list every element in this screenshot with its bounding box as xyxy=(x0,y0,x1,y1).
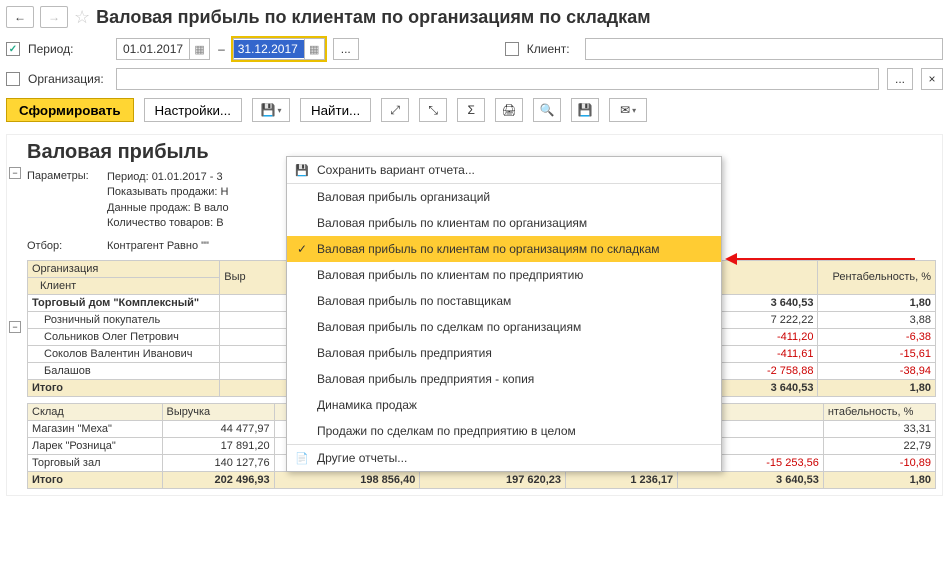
chevron-down-icon: ▾ xyxy=(632,106,636,115)
save-as-button[interactable]: 💾 xyxy=(571,98,599,122)
org-label: Организация: xyxy=(28,72,108,86)
find-button[interactable]: Найти... xyxy=(300,98,371,122)
client-input[interactable] xyxy=(585,38,943,60)
menu-variant-item[interactable]: Валовая прибыль предприятия xyxy=(287,340,721,366)
org-picker-button[interactable]: ... xyxy=(887,68,913,90)
col-client: Клиент xyxy=(28,277,220,294)
chevron-down-icon: ▾ xyxy=(277,106,281,115)
variants-dropdown-button[interactable]: 💾▾ xyxy=(252,98,290,122)
col-rent2: нтабельность, % xyxy=(823,403,935,420)
menu-variant-item[interactable]: Валовая прибыль по сделкам по организаци… xyxy=(287,314,721,340)
disk-icon: 💾 xyxy=(295,164,309,177)
calendar-icon[interactable]: ▦ xyxy=(189,39,209,59)
col-rev2: Выручка xyxy=(162,403,274,420)
menu-variant-item[interactable]: Валовая прибыль предприятия - копия xyxy=(287,366,721,392)
total-label: Итого xyxy=(28,379,220,396)
menu-variant-item[interactable]: Валовая прибыль по клиентам по организац… xyxy=(287,210,721,236)
tree-collapse-toggle[interactable]: − xyxy=(9,167,21,179)
nav-fwd-button[interactable]: → xyxy=(40,6,68,28)
sum-button[interactable]: Σ xyxy=(457,98,485,122)
generate-button[interactable]: Сформировать xyxy=(6,98,134,122)
date-dash: – xyxy=(214,42,229,56)
menu-variant-item[interactable]: Валовая прибыль по клиентам по предприят… xyxy=(287,262,721,288)
page-title: Валовая прибыль по клиентам по организац… xyxy=(96,7,650,28)
save-icon: 💾 xyxy=(261,103,276,117)
menu-variant-item[interactable]: ✓Валовая прибыль по клиентам по организа… xyxy=(287,236,721,262)
nav-back-button[interactable]: ← xyxy=(6,6,34,28)
calendar-icon[interactable]: ▦ xyxy=(304,39,324,59)
org-checkbox[interactable] xyxy=(6,72,20,86)
menu-variant-item[interactable]: Динамика продаж xyxy=(287,392,721,418)
print-button[interactable]: 🖨 xyxy=(495,98,523,122)
expand-button[interactable]: ⤢ xyxy=(381,98,409,122)
menu-variant-item[interactable]: Валовая прибыль организаций xyxy=(287,184,721,210)
menu-variant-item[interactable]: Валовая прибыль по поставщикам xyxy=(287,288,721,314)
col-rent: Рентабельность, % xyxy=(818,260,936,294)
disk-icon: 💾 xyxy=(578,103,593,117)
date-range: 01.01.2017 ▦ – 31.12.2017 ▦ xyxy=(116,38,325,60)
date-from-input[interactable]: 01.01.2017 ▦ xyxy=(116,38,210,60)
email-icon: ✉ xyxy=(620,103,630,117)
params-lines: Период: 01.01.2017 - 3 Показывать продаж… xyxy=(107,170,229,232)
favorite-star-icon[interactable]: ☆ xyxy=(74,7,90,28)
total-label: Итого xyxy=(28,471,163,488)
variants-menu: 💾 Сохранить вариант отчета... Валовая пр… xyxy=(286,156,722,472)
org-clear-button[interactable]: × xyxy=(921,68,943,90)
check-icon: ✓ xyxy=(295,242,309,256)
filter-caption: Отбор: xyxy=(27,240,97,252)
magnifier-icon: 🔍 xyxy=(540,103,555,117)
params-caption: Параметры: xyxy=(27,170,97,232)
settings-button[interactable]: Настройки... xyxy=(144,98,242,122)
client-label: Клиент: xyxy=(527,42,577,56)
menu-save-variant[interactable]: 💾 Сохранить вариант отчета... xyxy=(287,157,721,184)
menu-other-reports[interactable]: 📄 Другие отчеты... xyxy=(287,444,721,471)
col-org: Организация xyxy=(28,260,220,277)
period-label: Период: xyxy=(28,42,108,56)
report-icon: 📄 xyxy=(295,452,309,465)
period-checkbox[interactable] xyxy=(6,42,20,56)
client-checkbox[interactable] xyxy=(505,42,519,56)
preview-button[interactable]: 🔍 xyxy=(533,98,561,122)
date-to-input[interactable]: 31.12.2017 ▦ xyxy=(233,38,325,60)
org-input[interactable] xyxy=(116,68,879,90)
collapse-button[interactable]: ⤡ xyxy=(419,98,447,122)
annotation-arrow xyxy=(735,258,915,260)
printer-icon: 🖨 xyxy=(502,103,517,117)
filter-line: Контрагент Равно "" xyxy=(107,240,209,252)
col-sklad: Склад xyxy=(28,403,163,420)
period-picker-button[interactable]: ... xyxy=(333,38,359,60)
menu-variant-item[interactable]: Продажи по сделкам по предприятию в цело… xyxy=(287,418,721,444)
tree-collapse-toggle[interactable]: − xyxy=(9,321,21,333)
email-dropdown-button[interactable]: ✉▾ xyxy=(609,98,647,122)
